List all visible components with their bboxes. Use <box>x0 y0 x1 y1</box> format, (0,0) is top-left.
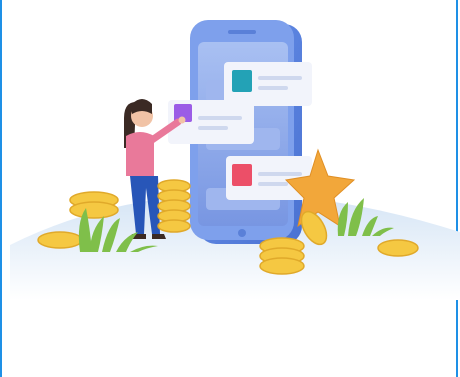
content-frame <box>0 0 460 377</box>
mobile-app-illustration <box>10 20 460 300</box>
card-teal <box>224 62 312 106</box>
